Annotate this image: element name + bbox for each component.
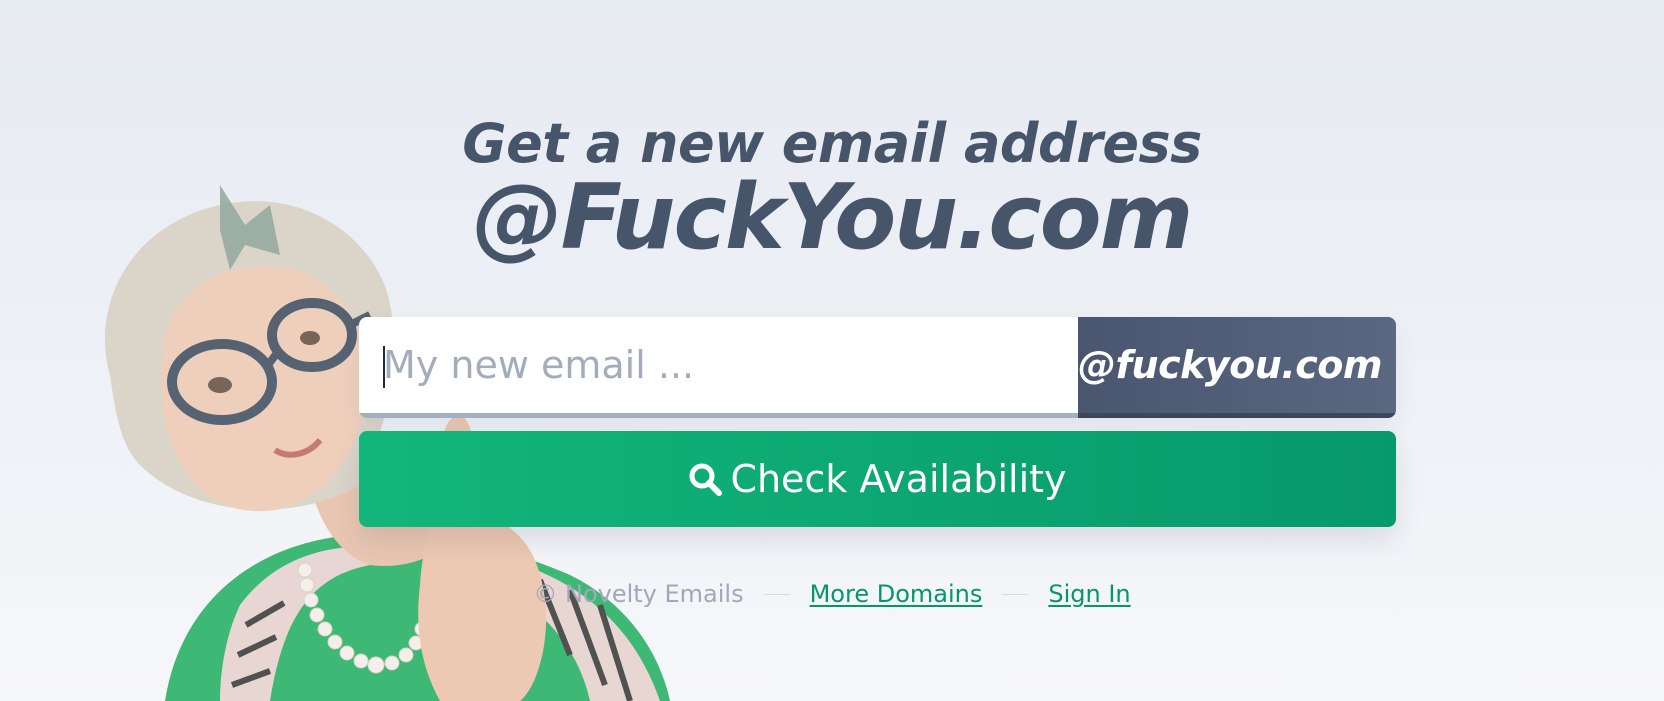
search-icon — [688, 462, 723, 496]
footer-divider — [763, 593, 790, 595]
footer-divider — [1002, 593, 1029, 595]
email-username-input[interactable] — [359, 317, 1078, 413]
copyright-text: © Novelty Emails — [533, 580, 744, 608]
headline-domain: @FuckYou.com — [472, 165, 1194, 270]
footer: © Novelty Emails More Domains Sign In — [0, 577, 1664, 611]
more-domains-link[interactable]: More Domains — [810, 580, 983, 608]
domain-suffix-addon: @fuckyou.com — [1078, 317, 1396, 418]
text-caret — [383, 346, 385, 388]
check-availability-label: Check Availability — [730, 457, 1067, 501]
domain-suffix-label: @fuckyou.com — [1078, 343, 1382, 387]
headline: Get a new email address @FuckYou.com — [0, 112, 1664, 266]
email-input-group: @fuckyou.com — [359, 317, 1396, 418]
sign-in-link[interactable]: Sign In — [1048, 580, 1130, 608]
check-availability-button[interactable]: Check Availability — [359, 431, 1396, 527]
email-input-wrapper — [359, 317, 1078, 418]
